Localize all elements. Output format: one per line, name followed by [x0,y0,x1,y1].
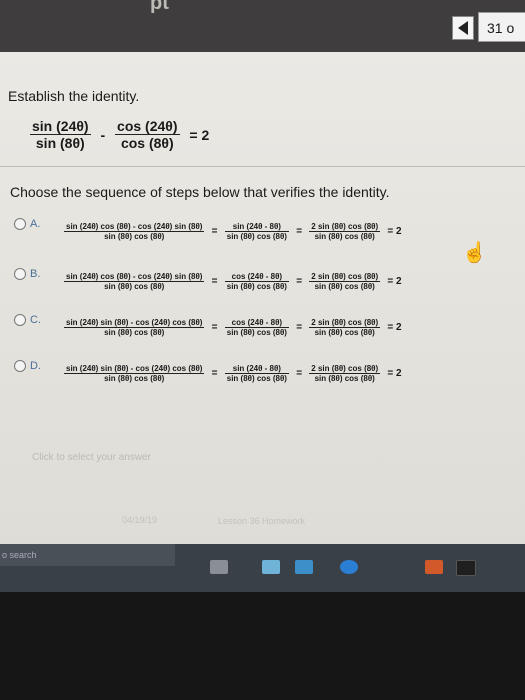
equals-sign: = [211,276,218,287]
laptop-bezel [0,592,525,700]
step-result: = 2 [387,322,402,333]
equals-sign: = [211,322,218,333]
radio-button-d[interactable] [14,360,26,372]
identity-left-fraction: sin (24θ) sin (8θ) [30,118,91,151]
equals-sign: = [211,368,218,379]
option-d-steps: sin (24θ) sin (8θ) - cos (24θ) cos (8θ) s… [64,364,407,383]
step-denominator: sin (8θ) cos (8θ) [224,281,289,291]
step-fraction: sin (24θ) sin (8θ) - cos (24θ) cos (8θ) s… [64,364,205,383]
file-explorer-icon[interactable] [262,560,280,574]
equals-sign: = [211,226,218,237]
date-label: 04/19/19 [122,515,158,525]
step-denominator: sin (8θ) cos (8θ) [64,231,205,241]
equals-sign: = [296,276,303,287]
step-fraction: cos (24θ - 8θ) sin (8θ) cos (8θ) [224,272,289,291]
step-numerator: 2 sin (8θ) cos (8θ) [311,272,379,281]
top-bar: pt [0,0,525,52]
answer-option-b[interactable]: B. sin (24θ) cos (8θ) - cos (24θ) sin (8… [14,268,402,291]
left-arrow-icon [458,21,468,35]
identity-rhs: = 2 [189,126,210,143]
step-fraction: sin (24θ - 8θ) sin (8θ) cos (8θ) [224,364,289,383]
step-result: = 2 [387,226,402,237]
app-icon-2[interactable] [456,560,476,576]
question-counter: 31 o [478,12,525,42]
task-view-icon[interactable] [210,560,228,574]
previous-question-button[interactable] [452,16,474,40]
identity-right-numerator: cos (24θ) [117,118,178,134]
partial-title: pt [150,0,169,14]
step-denominator: sin (8θ) cos (8θ) [309,281,381,291]
step-numerator: cos (24θ - 8θ) [231,318,283,327]
step-fraction: 2 sin (8θ) cos (8θ) sin (8θ) cos (8θ) [309,364,381,383]
equals-sign: = [296,322,303,333]
identity-expression: sin (24θ) sin (8θ) - cos (24θ) cos (8θ) … [30,118,215,151]
step-denominator: sin (8θ) cos (8θ) [64,281,205,291]
step-denominator: sin (8θ) cos (8θ) [309,373,381,383]
identity-operator: - [100,126,106,143]
step-numerator: sin (24θ) cos (8θ) - cos (24θ) sin (8θ) [66,222,203,231]
radio-button-c[interactable] [14,314,26,326]
step-numerator: 2 sin (8θ) cos (8θ) [311,318,379,327]
lesson-link[interactable]: Lesson 36 Homework [218,516,305,526]
step-numerator: sin (24θ) sin (8θ) - cos (24θ) cos (8θ) [66,318,203,327]
step-numerator: sin (24θ - 8θ) [232,222,281,231]
identity-right-fraction: cos (24θ) cos (8θ) [115,118,180,151]
divider [0,166,525,167]
step-numerator: 2 sin (8θ) cos (8θ) [311,364,379,373]
mouse-pointer-icon: ☝ [462,242,487,264]
step-fraction: 2 sin (8θ) cos (8θ) sin (8θ) cos (8θ) [309,222,381,241]
step-denominator: sin (8θ) cos (8θ) [64,373,205,383]
identity-left-numerator: sin (24θ) [32,118,89,134]
identity-right-denominator: cos (8θ) [115,134,180,151]
answer-option-d[interactable]: D. sin (24θ) sin (8θ) - cos (24θ) cos (8… [14,360,402,383]
step-denominator: sin (8θ) cos (8θ) [224,327,289,337]
answer-option-c[interactable]: C. sin (24θ) sin (8θ) - cos (24θ) cos (8… [14,314,402,337]
step-fraction: 2 sin (8θ) cos (8θ) sin (8θ) cos (8θ) [309,318,381,337]
equals-sign: = [296,368,303,379]
radio-button-b[interactable] [14,268,26,280]
option-a-steps: sin (24θ) cos (8θ) - cos (24θ) sin (8θ) s… [64,222,407,241]
option-letter: D. [30,360,41,372]
store-icon[interactable] [295,560,313,574]
step-denominator: sin (8θ) cos (8θ) [224,231,289,241]
equals-sign: = [296,226,303,237]
step-result: = 2 [387,276,402,287]
identity-left-denominator: sin (8θ) [30,134,91,151]
step-denominator: sin (8θ) cos (8θ) [224,373,289,383]
option-letter: C. [30,314,41,326]
step-numerator: 2 sin (8θ) cos (8θ) [311,222,379,231]
step-denominator: sin (8θ) cos (8θ) [309,327,381,337]
step-numerator: cos (24θ - 8θ) [231,272,283,281]
step-fraction: cos (24θ - 8θ) sin (8θ) cos (8θ) [224,318,289,337]
radio-button-a[interactable] [14,218,26,230]
step-fraction: sin (24θ - 8θ) sin (8θ) cos (8θ) [224,222,289,241]
step-fraction: sin (24θ) sin (8θ) - cos (24θ) cos (8θ) s… [64,318,205,337]
option-letter: B. [30,268,41,280]
option-c-steps: sin (24θ) sin (8θ) - cos (24θ) cos (8θ) s… [64,318,407,337]
step-result: = 2 [387,368,402,379]
option-letter: A. [30,218,41,230]
instruction-text: Choose the sequence of steps below that … [10,184,390,200]
step-numerator: sin (24θ) cos (8θ) - cos (24θ) sin (8θ) [66,272,203,281]
step-denominator: sin (8θ) cos (8θ) [64,327,205,337]
edge-browser-icon[interactable] [340,560,358,574]
step-denominator: sin (8θ) cos (8θ) [309,231,381,241]
step-fraction: 2 sin (8θ) cos (8θ) sin (8θ) cos (8θ) [309,272,381,291]
taskbar-search-input[interactable]: o search [0,544,175,566]
app-icon[interactable] [425,560,443,574]
option-b-steps: sin (24θ) cos (8θ) - cos (24θ) sin (8θ) s… [64,272,407,291]
answer-option-a[interactable]: A. sin (24θ) cos (8θ) - cos (24θ) sin (8… [14,218,402,241]
question-prompt: Establish the identity. [8,88,140,104]
step-fraction: sin (24θ) cos (8θ) - cos (24θ) sin (8θ) s… [64,222,205,241]
step-numerator: sin (24θ) sin (8θ) - cos (24θ) cos (8θ) [66,364,203,373]
select-answer-hint: Click to select your answer [32,452,151,463]
step-fraction: sin (24θ) cos (8θ) - cos (24θ) sin (8θ) s… [64,272,205,291]
step-numerator: sin (24θ - 8θ) [232,364,281,373]
